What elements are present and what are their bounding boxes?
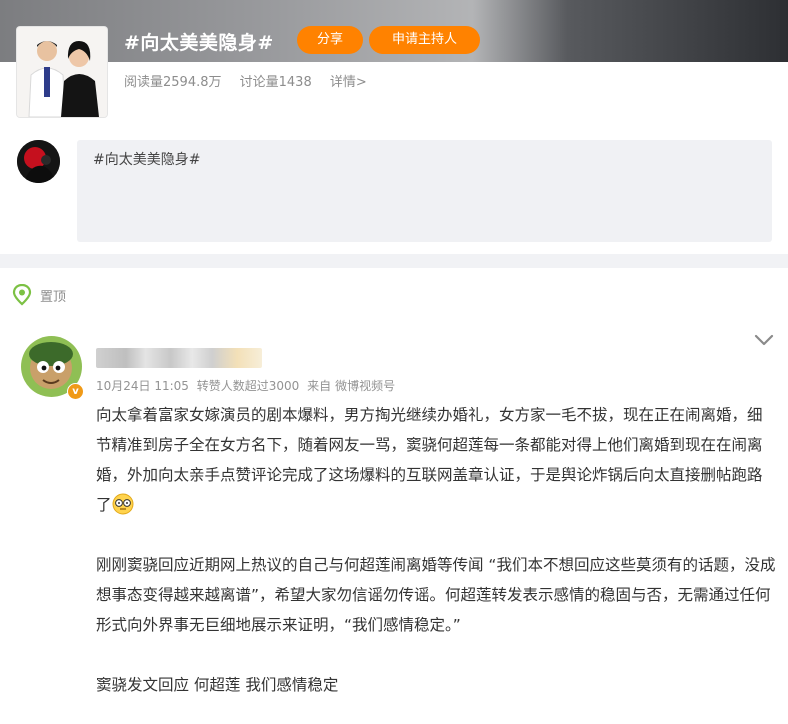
- topic-title: #向太美美隐身#: [124, 32, 274, 54]
- post-repost-count: 转赞人数超过3000: [196, 379, 300, 393]
- details-link[interactable]: 详情>: [330, 75, 367, 90]
- read-count: 阅读量2594.8万: [124, 75, 222, 90]
- post-timestamp[interactable]: 10月24日 11:05: [96, 379, 189, 393]
- pinned-label: 置顶: [40, 289, 67, 305]
- topic-card: #向太美美隐身# 分享 申请主持人 阅读量2594.8万 讨论量1438 详情>…: [0, 0, 788, 254]
- topic-cover-image[interactable]: [17, 27, 107, 117]
- chevron-down-icon[interactable]: [753, 333, 775, 347]
- apply-host-button[interactable]: 申请主持人: [369, 26, 480, 54]
- composer-text[interactable]: #向太美美隐身#: [93, 149, 200, 169]
- pin-location-icon: [12, 284, 32, 306]
- topic-stats: 阅读量2594.8万 讨论量1438 详情>: [124, 71, 381, 90]
- post-body: 向太拿着富家女嫁演员的剧本爆料，男方掏光继续办婚礼，女方家一毛不拔，现在正在闹离…: [96, 400, 776, 700]
- post-author-name-blurred[interactable]: [96, 348, 262, 368]
- current-user-avatar[interactable]: [17, 140, 60, 183]
- discussion-count: 讨论量1438: [239, 75, 312, 90]
- post-paragraph: 窦骁发文回应 何超莲 我们感情稳定: [96, 676, 339, 694]
- post-paragraph: 向太拿着富家女嫁演员的剧本爆料，男方掏光继续办婚礼，女方家一毛不拔，现在正在闹离…: [96, 400, 776, 520]
- post-source[interactable]: 微博视频号: [335, 379, 395, 393]
- pinned-indicator: 置顶: [12, 284, 66, 306]
- share-button[interactable]: 分享: [297, 26, 363, 54]
- post-source-prefix: 来自: [307, 379, 332, 393]
- verified-badge: v: [67, 383, 84, 400]
- feed-card: 置顶 v 10月24日 11:05 转赞人数超过3000 来自 微博视频号 向太拿…: [0, 268, 788, 724]
- post-paragraph-text: 向太拿着富家女嫁演员的剧本爆料，男方掏光继续办婚礼，女方家一毛不拔，现在正在闹离…: [96, 406, 763, 514]
- speechless-emoji-icon: [112, 493, 134, 515]
- post-composer[interactable]: #向太美美隐身#: [77, 140, 772, 242]
- post-paragraph: 刚刚窦骁回应近期网上热议的自己与何超莲闹离婚等传闻 “我们本不想回应这些莫须有的…: [96, 556, 776, 634]
- post-meta: 10月24日 11:05 转赞人数超过3000 来自 微博视频号: [96, 377, 399, 394]
